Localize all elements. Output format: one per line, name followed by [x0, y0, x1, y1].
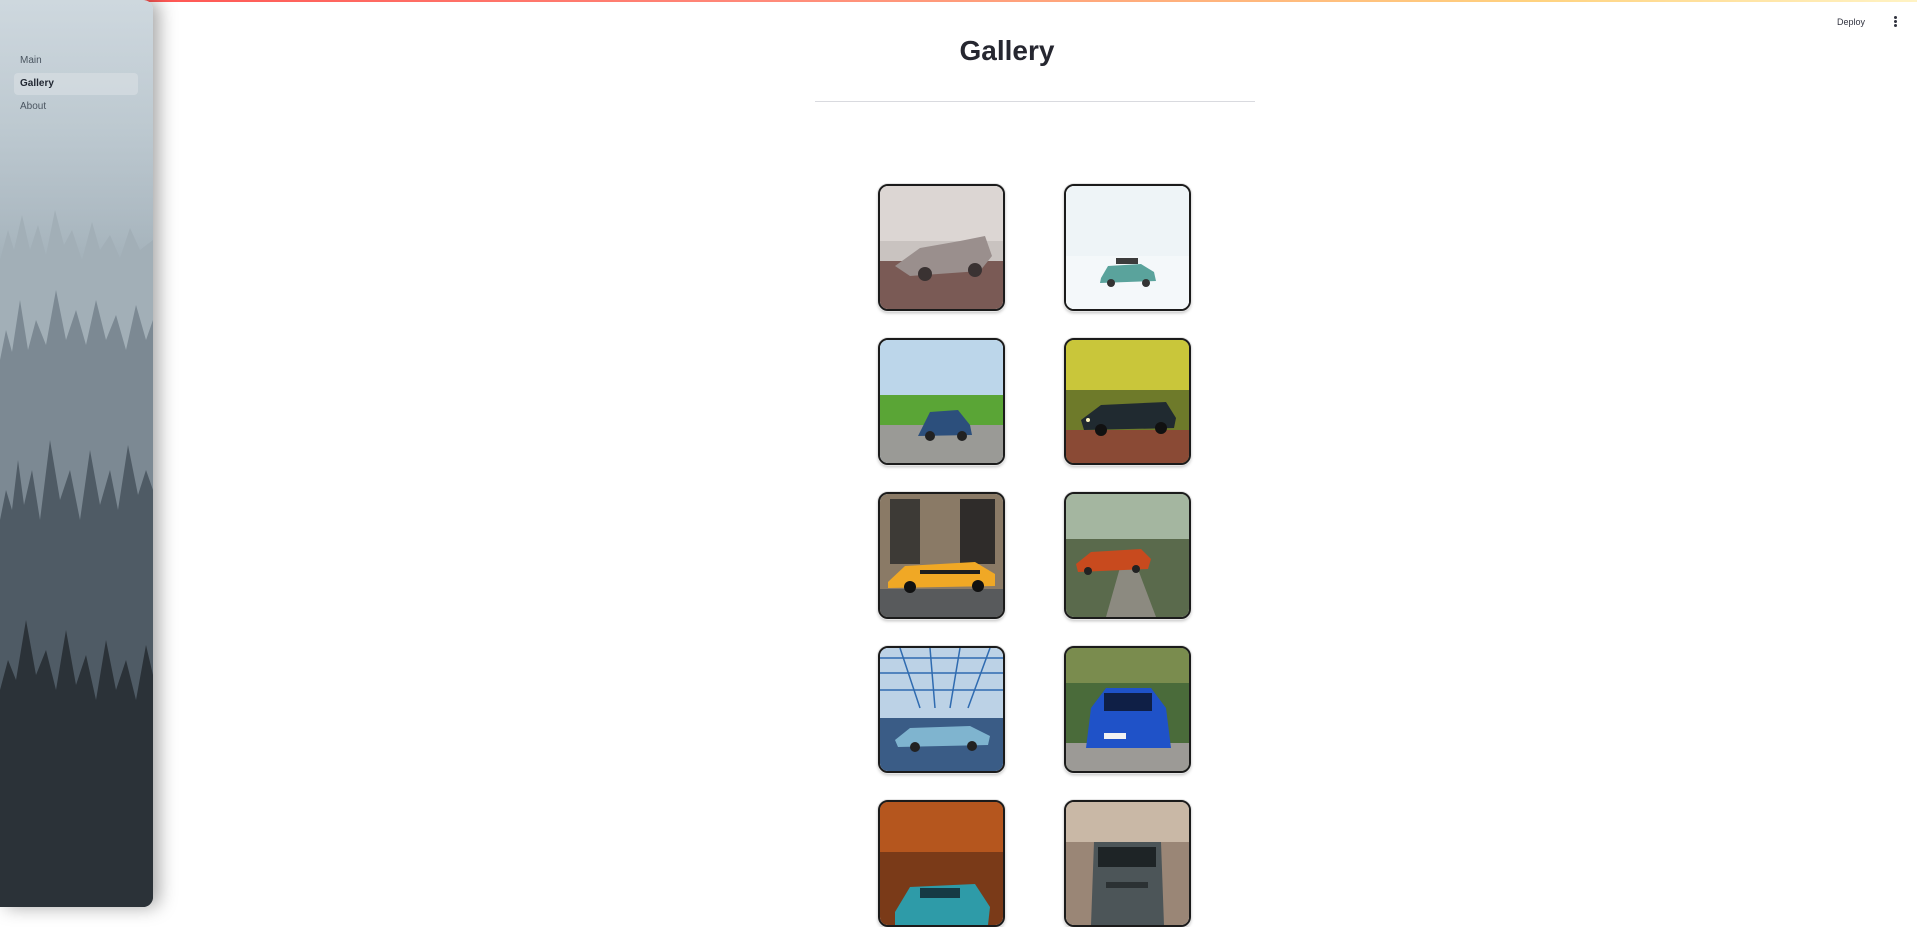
sidebar: Main Gallery About — [0, 0, 153, 907]
top-decoration-bar — [0, 0, 1917, 2]
gallery-image-blue-bmw[interactable] — [1064, 646, 1191, 773]
title-divider — [815, 101, 1255, 102]
gallery-image-yellow-muscle-car[interactable] — [878, 492, 1005, 619]
gallery-image-vintage-silver-car[interactable] — [878, 184, 1005, 311]
gallery-image-teal-sports-car[interactable] — [878, 800, 1005, 927]
gallery-image-blue-beetle-field[interactable] — [878, 338, 1005, 465]
gallery-image-gray-suv[interactable] — [1064, 800, 1191, 927]
sidebar-nav: Main Gallery About — [14, 50, 138, 119]
gallery-image-dark-truck-forest[interactable] — [1064, 338, 1191, 465]
page-title: Gallery — [959, 35, 1055, 66]
sidebar-item-about[interactable]: About — [14, 96, 138, 118]
sidebar-item-gallery[interactable]: Gallery — [14, 73, 138, 95]
gallery-image-blue-classic-car-grid[interactable] — [878, 646, 1005, 773]
gallery-image-orange-car-forest[interactable] — [1064, 492, 1191, 619]
deploy-button[interactable]: Deploy — [1837, 17, 1865, 27]
gallery-image-teal-car-snow[interactable] — [1064, 184, 1191, 311]
sidebar-item-main[interactable]: Main — [14, 50, 138, 72]
kebab-menu-icon[interactable] — [1892, 16, 1898, 28]
forest-background-image — [0, 0, 153, 907]
